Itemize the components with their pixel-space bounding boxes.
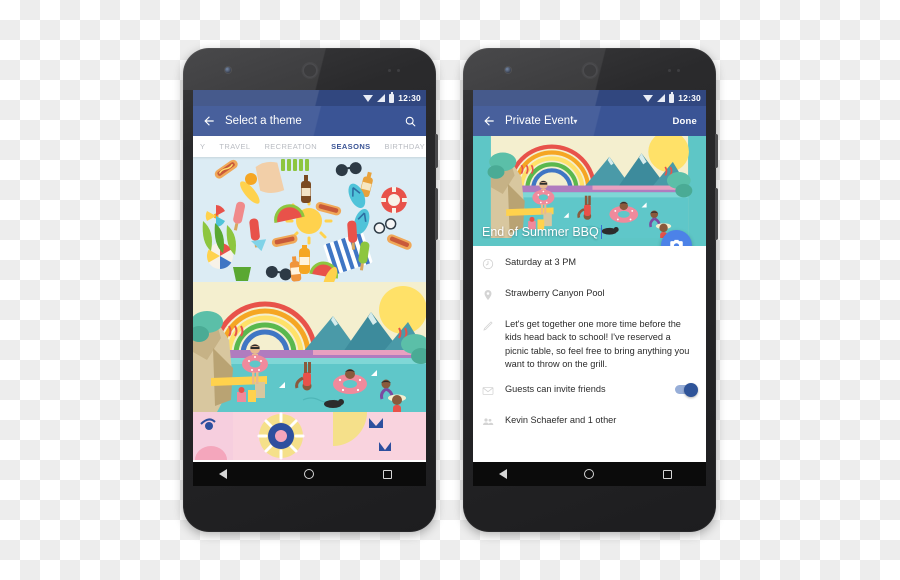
wifi-icon [643, 94, 654, 102]
earpiece-speaker-icon [582, 63, 597, 78]
power-button[interactable] [715, 134, 718, 168]
phone-bottom-bezel [463, 486, 716, 532]
event-privacy-label: Private Event [505, 115, 574, 127]
proximity-sensor-icon [668, 69, 680, 72]
tab-seasons[interactable]: SEASONS [324, 142, 377, 151]
tab-y[interactable]: Y [193, 142, 212, 151]
nav-home-icon[interactable] [584, 469, 595, 479]
pool-scene-cover-illustration [487, 136, 693, 238]
search-icon[interactable] [404, 115, 417, 128]
android-nav-bar[interactable] [193, 462, 426, 486]
theme-category-tabs[interactable]: Y TRAVEL RECREATION SEASONS BIRTHDAY [193, 136, 426, 157]
phone-device-left: 12:30 Select a theme Y TRAVEL RECREATION… [183, 48, 438, 532]
nav-back-icon[interactable] [499, 468, 516, 480]
theme-tile-summer-collage[interactable] [193, 157, 426, 282]
phone-top-bezel [183, 48, 436, 90]
event-cover-photo[interactable]: End of Summer BBQ [473, 136, 706, 246]
theme-list[interactable] [193, 157, 426, 462]
chevron-down-icon[interactable]: ▾ [573, 117, 577, 126]
status-bar-clock: 12:30 [678, 93, 701, 103]
event-detail-row-description[interactable]: Let's get together one more time before … [473, 312, 706, 377]
nav-home-icon[interactable] [304, 469, 315, 479]
tab-recreation[interactable]: RECREATION [257, 142, 324, 151]
battery-icon [389, 91, 395, 103]
page-title: Select a theme [225, 115, 302, 127]
theme-tile-geometric-pattern[interactable] [193, 412, 426, 460]
mail-icon [482, 383, 496, 402]
tab-travel[interactable]: TRAVEL [212, 142, 257, 151]
toolbar-select-theme: Select a theme [193, 106, 426, 136]
nav-recents-icon[interactable] [382, 469, 392, 479]
event-detail-row-location[interactable]: Strawberry Canyon Pool [473, 281, 706, 312]
status-bar: 12:30 [473, 90, 706, 106]
page-title[interactable]: Private Event▾ [505, 115, 663, 127]
camera-icon [670, 239, 683, 246]
event-description-text: Let's get together one more time before … [505, 319, 690, 370]
front-camera-icon [505, 67, 511, 73]
event-details-list: Saturday at 3 PM Strawberry Canyon Pool [473, 246, 706, 462]
summer-collage-illustration [193, 157, 426, 282]
earpiece-speaker-icon [302, 63, 317, 78]
theme-tile-pool-scene[interactable] [193, 282, 426, 412]
pencil-icon [482, 318, 496, 337]
text-cursor [600, 225, 602, 239]
people-icon [482, 414, 496, 433]
event-title-text: End of Summer BBQ [482, 225, 599, 239]
android-nav-bar[interactable] [473, 462, 706, 486]
event-date-text: Saturday at 3 PM [505, 257, 576, 267]
event-guests-text: Kevin Schaefer and 1 other [505, 415, 617, 426]
done-button[interactable]: Done [672, 116, 697, 127]
volume-button[interactable] [435, 188, 438, 240]
nav-back-icon[interactable] [219, 468, 236, 480]
geometric-pattern-illustration [193, 412, 426, 460]
event-title-input[interactable]: End of Summer BBQ [482, 225, 602, 239]
tab-birthday[interactable]: BIRTHDAY [378, 142, 426, 151]
phone-device-right: 12:30 Private Event▾ Done End of Summer … [463, 48, 718, 532]
nav-recents-icon[interactable] [662, 469, 672, 479]
signal-icon [377, 94, 386, 102]
event-location-text: Strawberry Canyon Pool [505, 288, 605, 298]
guests-invite-toggle[interactable] [675, 382, 698, 397]
status-bar: 12:30 [193, 90, 426, 106]
wifi-icon [363, 94, 374, 102]
signal-icon [657, 94, 666, 102]
volume-button[interactable] [715, 188, 718, 240]
pool-scene-illustration [193, 282, 426, 412]
proximity-sensor-icon [388, 69, 400, 72]
toolbar-private-event: Private Event▾ Done [473, 106, 706, 136]
status-bar-clock: 12:30 [398, 93, 421, 103]
battery-icon [669, 91, 675, 103]
back-arrow-icon[interactable] [482, 114, 496, 128]
phone-screen-right: 12:30 Private Event▾ Done End of Summer … [473, 90, 706, 486]
front-camera-icon [225, 67, 231, 73]
clock-icon [482, 256, 496, 275]
event-detail-row-guests[interactable]: Kevin Schaefer and 1 other [473, 408, 706, 439]
back-arrow-icon[interactable] [202, 114, 216, 128]
phone-top-bezel [463, 48, 716, 90]
phone-screen-left: 12:30 Select a theme Y TRAVEL RECREATION… [193, 90, 426, 486]
location-icon [482, 287, 496, 306]
event-detail-row-date[interactable]: Saturday at 3 PM [473, 250, 706, 281]
event-detail-row-guests-invite[interactable]: Guests can invite friends [473, 377, 706, 408]
power-button[interactable] [435, 134, 438, 168]
guests-invite-label: Guests can invite friends [505, 384, 606, 395]
phone-bottom-bezel [183, 486, 436, 532]
